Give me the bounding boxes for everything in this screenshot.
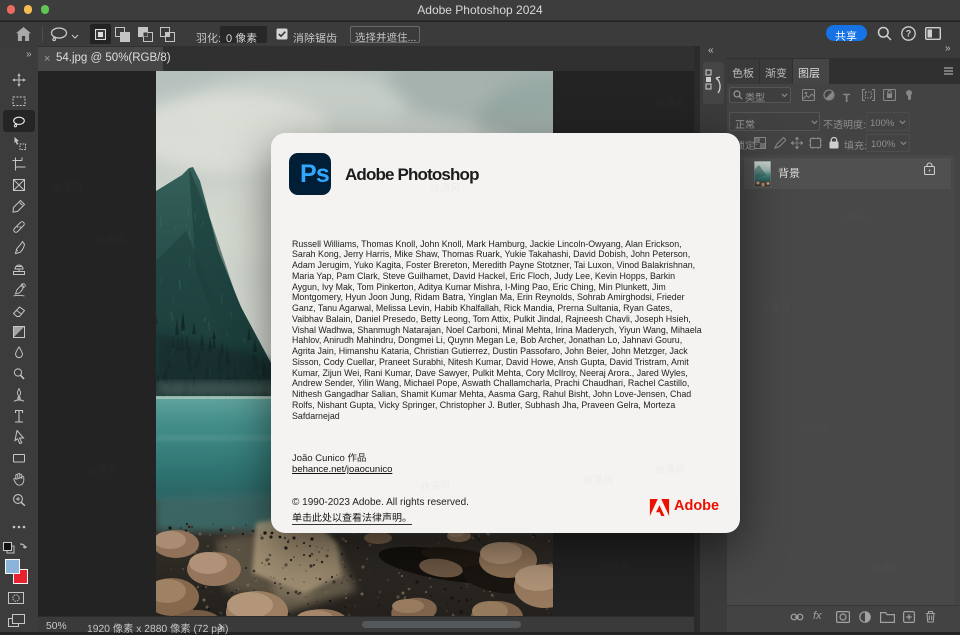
svg-text:?: ?: [906, 29, 912, 39]
